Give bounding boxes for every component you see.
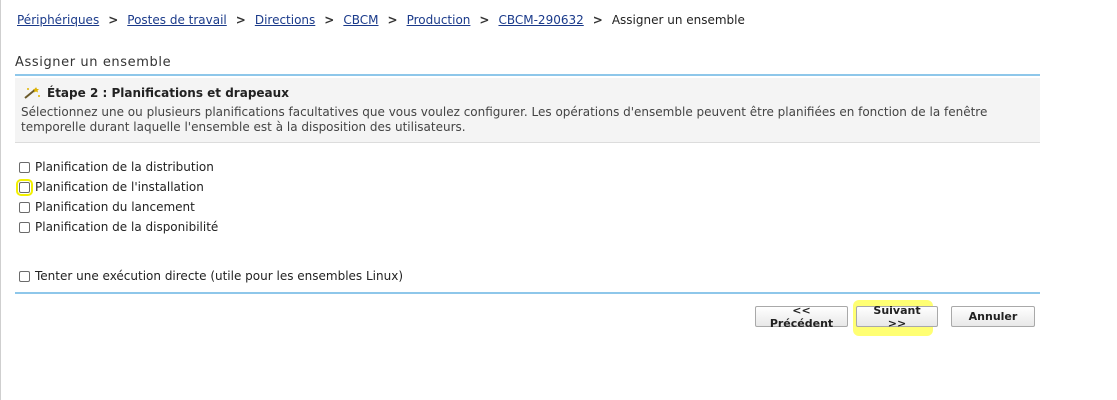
cancel-button[interactable]: Annuler xyxy=(951,306,1035,327)
option-label: Tenter une exécution directe (utile pour… xyxy=(35,269,403,283)
breadcrumb-separator: > xyxy=(592,13,603,27)
breadcrumb-link-device[interactable]: CBCM-290632 xyxy=(498,13,583,27)
availability-schedule-checkbox[interactable] xyxy=(19,221,30,233)
step-title: Étape 2 : Planifications et drapeaux xyxy=(47,86,289,100)
schedule-options: Planification de la distribution Planifi… xyxy=(16,157,218,237)
breadcrumb-link-postes-de-travail[interactable]: Postes de travail xyxy=(127,13,227,27)
next-button[interactable]: Suivant >> xyxy=(856,304,938,330)
option-label: Planification de la disponibilité xyxy=(35,220,219,234)
option-availability-schedule[interactable]: Planification de la disponibilité xyxy=(19,217,218,237)
bottom-divider xyxy=(15,292,1040,294)
breadcrumb-separator: > xyxy=(235,13,246,27)
option-installation-schedule[interactable]: Planification de l'installation xyxy=(16,177,218,197)
wizard-wand-icon xyxy=(24,87,40,99)
option-launch-schedule[interactable]: Planification du lancement xyxy=(19,197,218,217)
breadcrumb-link-production[interactable]: Production xyxy=(407,13,471,27)
option-distribution-schedule[interactable]: Planification de la distribution xyxy=(19,157,218,177)
step-header: Étape 2 : Planifications et drapeaux xyxy=(23,86,289,100)
installation-schedule-checkbox[interactable] xyxy=(16,178,33,196)
option-label: Planification de l'installation xyxy=(35,180,204,194)
option-direct-execution[interactable]: Tenter une exécution directe (utile pour… xyxy=(19,266,403,286)
breadcrumb: Périphériques > Postes de travail > Dire… xyxy=(17,13,745,27)
breadcrumb-current: Assigner un ensemble xyxy=(611,13,745,27)
breadcrumb-link-directions[interactable]: Directions xyxy=(255,13,315,27)
step-description: Sélectionnez une ou plusieurs planificat… xyxy=(21,105,988,134)
step-panel: Étape 2 : Planifications et drapeaux Sél… xyxy=(15,78,1040,143)
option-label: Planification de la distribution xyxy=(35,160,214,174)
breadcrumb-separator: > xyxy=(387,13,398,27)
direct-execution-checkbox[interactable] xyxy=(19,270,30,282)
page-title: Assigner un ensemble xyxy=(15,55,172,70)
breadcrumb-separator: > xyxy=(108,13,119,27)
breadcrumb-link-peripheriques[interactable]: Périphériques xyxy=(17,13,99,27)
launch-schedule-checkbox[interactable] xyxy=(19,201,30,213)
breadcrumb-separator: > xyxy=(324,13,335,27)
title-divider xyxy=(15,74,1040,76)
breadcrumb-link-cbcm[interactable]: CBCM xyxy=(343,13,378,27)
option-label: Planification du lancement xyxy=(35,200,195,214)
previous-button[interactable]: << Précédent xyxy=(755,304,848,330)
breadcrumb-separator: > xyxy=(479,13,490,27)
distribution-schedule-checkbox[interactable] xyxy=(19,161,30,173)
